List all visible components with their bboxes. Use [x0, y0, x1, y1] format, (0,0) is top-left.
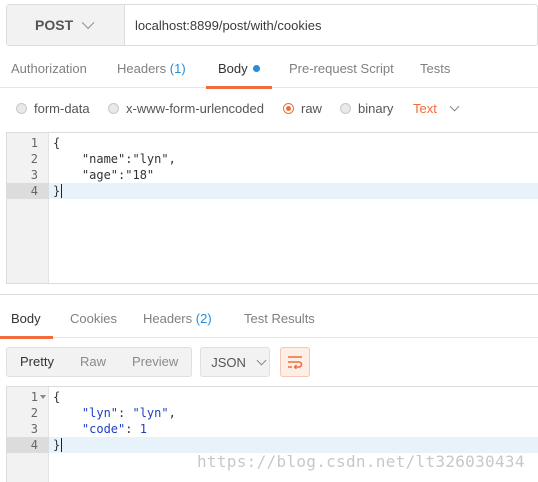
line-number: 4 — [7, 183, 49, 199]
text-caret — [61, 438, 63, 452]
request-url-bar: POST localhost:8899/post/with/cookies — [6, 4, 538, 46]
response-toolbar: Pretty Raw Preview JSON — [6, 347, 311, 377]
json-comma: , — [168, 406, 176, 420]
section-divider — [0, 294, 538, 295]
radio-icon — [16, 102, 27, 114]
code-line-active: 4} — [7, 437, 538, 453]
code-text: "name":"lyn", — [53, 152, 176, 166]
wrap-lines-icon — [288, 356, 303, 369]
tab-headers[interactable]: Headers (1) — [117, 52, 186, 88]
code-line: 1{ — [7, 135, 538, 151]
tab-cookies[interactable]: Cookies — [70, 302, 117, 338]
radio-icon — [340, 102, 351, 114]
line-number: 2 — [30, 406, 38, 420]
tab-response-headers[interactable]: Headers (2) — [143, 302, 212, 338]
response-tabs: Body Cookies Headers (2) Test Results — [0, 302, 538, 339]
pretty-button[interactable]: Pretty — [7, 348, 67, 376]
view-mode-group: Pretty Raw Preview — [6, 347, 193, 377]
code-text: { — [53, 136, 61, 150]
text-caret — [61, 184, 63, 198]
method-select[interactable]: POST — [7, 5, 125, 45]
line-number: 1 — [30, 136, 38, 150]
watermark: https://blog.csdn.net/lt326030434 — [197, 452, 525, 471]
json-colon: : — [125, 422, 140, 436]
tab-authorization[interactable]: Authorization — [11, 52, 87, 88]
raw-button[interactable]: Raw — [67, 348, 119, 376]
radio-urlencoded[interactable]: x-www-form-urlencoded — [108, 96, 264, 120]
radio-form-data[interactable]: form-data — [16, 96, 90, 120]
tab-label: Test Results — [244, 311, 315, 326]
code-text: "age":"18" — [53, 168, 155, 182]
preview-button[interactable]: Preview — [119, 348, 191, 376]
line-number: 2 — [30, 152, 38, 166]
tab-label: Cookies — [70, 311, 117, 326]
tab-response-body[interactable]: Body — [0, 302, 53, 339]
option-label: x-www-form-urlencoded — [126, 100, 264, 116]
tab-body[interactable]: Body — [206, 52, 272, 89]
chevron-down-icon — [449, 101, 460, 111]
code-line: 1{ — [7, 389, 538, 405]
tab-label: Headers — [117, 61, 167, 76]
option-label: form-data — [34, 100, 90, 116]
tab-label: Pre-request Script — [289, 61, 394, 76]
body-type-options: form-data x-www-form-urlencoded raw bina… — [0, 96, 538, 120]
tab-tests[interactable]: Tests — [420, 52, 450, 88]
json-colon: : — [118, 406, 133, 420]
content-type-select[interactable]: Text — [413, 96, 460, 120]
json-value: 1 — [139, 422, 147, 436]
code-text: } — [53, 184, 61, 198]
json-key: "code" — [53, 422, 126, 436]
line-number: 3 — [30, 422, 38, 436]
tab-label: Body — [11, 311, 41, 326]
option-label: raw — [301, 100, 322, 116]
wrap-lines-button[interactable] — [280, 347, 311, 377]
modified-dot-icon — [252, 65, 260, 72]
tab-label: Authorization — [11, 61, 87, 76]
radio-selected-icon — [283, 102, 294, 114]
tab-label: Tests — [420, 61, 451, 76]
chevron-down-icon — [256, 355, 267, 365]
format-label: JSON — [211, 354, 246, 370]
radio-binary[interactable]: binary — [340, 96, 393, 120]
code-line: 2 "lyn": "lyn", — [7, 405, 538, 421]
option-label: binary — [358, 100, 394, 116]
line-number: 1 — [30, 390, 38, 404]
code-text: { — [53, 390, 61, 404]
request-tabs: Authorization Headers (1) Body Pre-reque… — [0, 52, 538, 89]
code-line-active: 4} — [7, 183, 538, 199]
fold-arrow-icon[interactable] — [40, 395, 46, 399]
tab-label: Headers — [143, 311, 193, 326]
request-body-editor[interactable]: 1{ 2 "name":"lyn", 3 "age":"18" 4} — [6, 132, 538, 284]
tab-prerequest-script[interactable]: Pre-request Script — [289, 52, 394, 88]
chevron-down-icon — [81, 15, 95, 29]
json-key: "lyn" — [53, 406, 119, 420]
json-value: "lyn" — [132, 406, 169, 420]
tab-test-results[interactable]: Test Results — [244, 302, 315, 338]
method-label: POST — [35, 17, 74, 33]
code-line: 2 "name":"lyn", — [7, 151, 538, 167]
code-line: 3 "age":"18" — [7, 167, 538, 183]
radio-raw[interactable]: raw — [283, 96, 322, 120]
headers-count: (2) — [195, 311, 212, 326]
format-select[interactable]: JSON — [200, 347, 271, 377]
content-type-label: Text — [413, 100, 437, 116]
headers-count: (1) — [169, 61, 186, 76]
code-text: } — [53, 438, 61, 452]
code-line: 3 "code": 1 — [7, 421, 538, 437]
line-number: 3 — [30, 168, 38, 182]
url-input[interactable]: localhost:8899/post/with/cookies — [125, 5, 537, 45]
radio-icon — [108, 102, 119, 114]
tab-label: Body — [218, 61, 248, 76]
line-number: 4 — [7, 437, 49, 453]
